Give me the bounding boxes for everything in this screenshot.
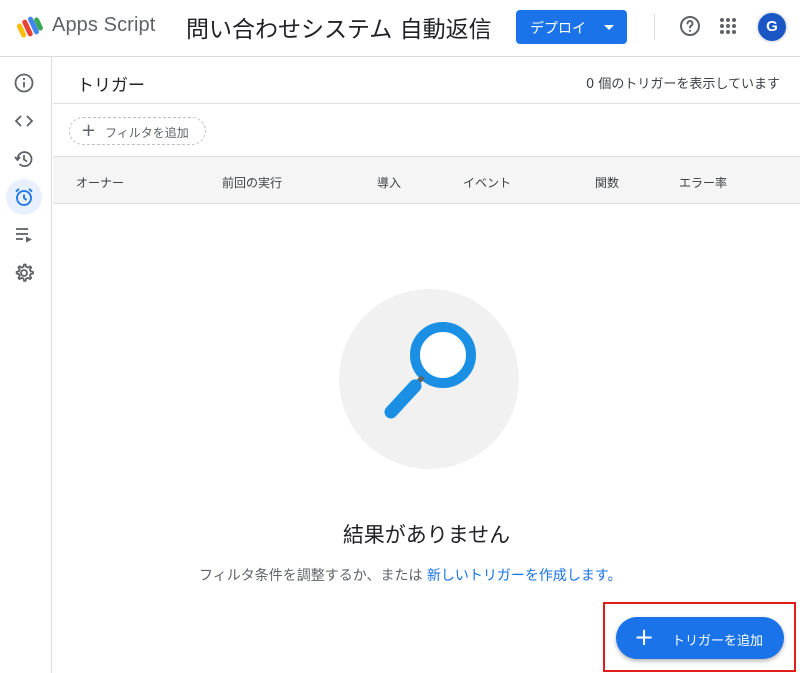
plus-icon: +	[81, 120, 97, 141]
brand-name: Apps Script	[52, 14, 156, 36]
column-header-owner[interactable]: オーナー	[76, 174, 124, 191]
empty-state-message: フィルタ条件を調整するか、または 新しいトリガーを作成します。	[199, 565, 622, 585]
column-header-error-rate[interactable]: エラー率	[679, 174, 727, 191]
nav-executions[interactable]	[6, 141, 42, 177]
column-header-deployment[interactable]: 導入	[377, 174, 401, 191]
add-trigger-label: トリガーを追加	[672, 634, 764, 649]
add-filter-label: フィルタを追加	[105, 126, 189, 140]
gear-icon	[15, 263, 34, 282]
playlist-run-icon	[16, 228, 32, 243]
page-title: トリガー	[77, 76, 145, 96]
deploy-button-label: デプロイ	[530, 21, 586, 37]
apps-script-logo-icon[interactable]	[16, 13, 44, 41]
project-title[interactable]: 問い合わせシステム 自動返信	[186, 10, 492, 44]
caret-down-icon	[604, 25, 614, 30]
deploy-button[interactable]: デプロイ	[516, 10, 627, 44]
info-icon	[14, 73, 34, 93]
alarm-clock-icon	[15, 188, 33, 206]
trigger-count-text: 0 個のトリガーを表示しています	[585, 77, 780, 92]
add-trigger-button[interactable]: + トリガーを追加	[616, 617, 784, 659]
triggers-table-header: オーナー 前回の実行 導入 イベント 関数 エラー率	[53, 156, 800, 204]
magnifier-icon	[384, 322, 476, 419]
empty-state-text: フィルタ条件を調整するか、または	[199, 568, 427, 584]
triggers-panel: トリガー 0 個のトリガーを表示しています + フィルタを追加 オーナー 前回の…	[53, 57, 800, 673]
apps-grid-icon[interactable]	[716, 14, 740, 38]
nav-settings[interactable]	[6, 255, 42, 291]
code-icon	[14, 115, 34, 127]
header-divider	[654, 14, 655, 40]
plus-icon: +	[634, 623, 655, 651]
column-header-last-run[interactable]: 前回の実行	[222, 174, 282, 191]
add-filter-button[interactable]: + フィルタを追加	[69, 117, 206, 145]
nav-triggers[interactable]	[6, 179, 42, 215]
account-avatar[interactable]: G	[756, 11, 788, 43]
empty-state-title: 結果がありません	[342, 523, 511, 547]
help-icon[interactable]	[678, 14, 702, 38]
top-app-bar: Apps Script 問い合わせシステム 自動返信 デプロイ G	[0, 0, 800, 57]
title-divider	[53, 103, 800, 104]
nav-editor[interactable]	[6, 103, 42, 139]
left-nav-rail	[0, 57, 52, 673]
empty-state-illustration	[339, 289, 519, 469]
column-header-function[interactable]: 関数	[595, 174, 619, 191]
column-header-event[interactable]: イベント	[463, 174, 511, 191]
history-icon	[14, 151, 33, 167]
nav-overview[interactable]	[6, 65, 42, 101]
create-trigger-link[interactable]: 新しいトリガーを作成します。	[427, 568, 622, 584]
nav-executions-log[interactable]	[6, 217, 42, 253]
